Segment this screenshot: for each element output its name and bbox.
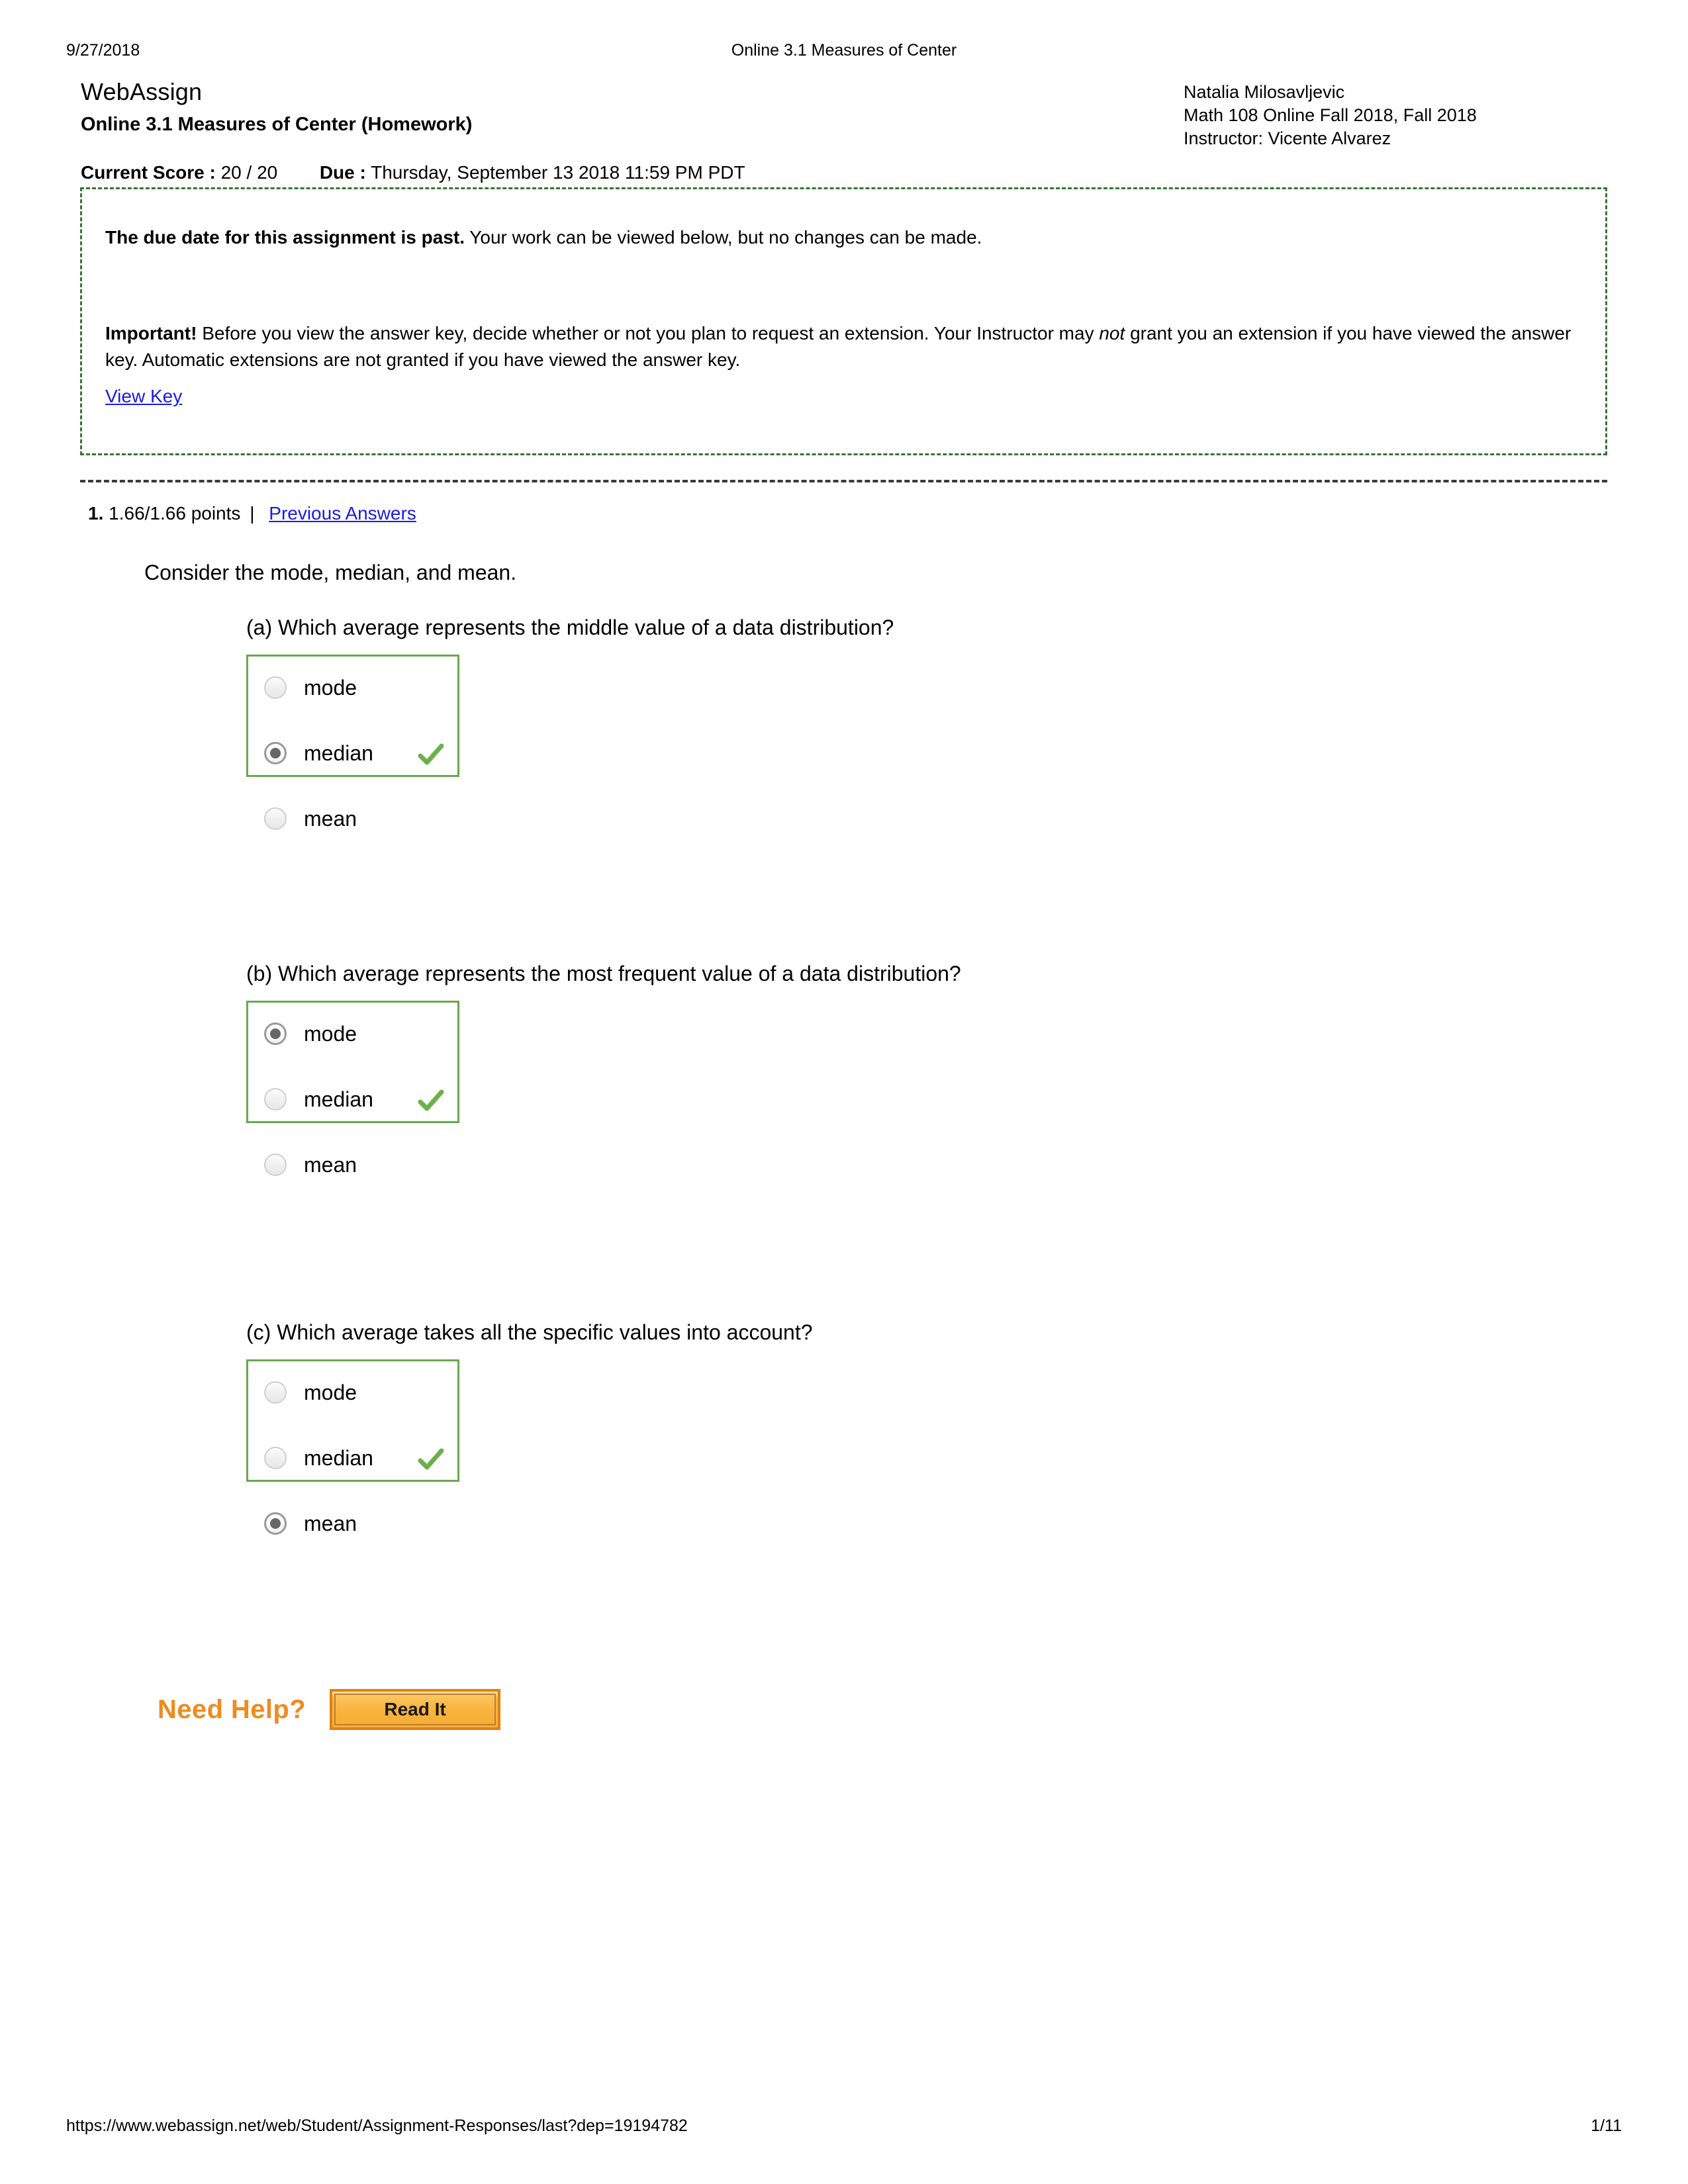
option-label: mode <box>304 676 357 700</box>
radio-button-selected-icon[interactable] <box>264 1023 287 1045</box>
view-key-link[interactable]: View Key <box>105 386 182 407</box>
current-score-label: Current Score : <box>81 162 216 183</box>
option-label: median <box>304 1446 373 1470</box>
need-help-label: Need Help? <box>158 1694 306 1724</box>
previous-answers-link[interactable]: Previous Answers <box>269 503 416 523</box>
print-doc-title: Online 3.1 Measures of Center <box>731 41 957 60</box>
radio-button-selected-icon[interactable] <box>264 1512 287 1535</box>
part-b-option-mean[interactable]: mean <box>248 1148 457 1181</box>
question-number: 1. <box>88 503 104 523</box>
footer-url: https://www.webassign.net/web/Student/As… <box>66 2116 688 2135</box>
question-points: 1.66/1.66 points <box>109 503 241 523</box>
radio-button-unselected-icon[interactable] <box>264 676 287 699</box>
assignment-notice-box: The due date for this assignment is past… <box>80 187 1607 455</box>
print-footer: https://www.webassign.net/web/Student/As… <box>0 2116 1688 2140</box>
part-b-prompt: (b) Which average represents the most fr… <box>246 962 961 985</box>
section-divider <box>80 480 1607 482</box>
part-c-prompt: (c) Which average takes all the specific… <box>246 1320 813 1344</box>
meta-divider: | <box>250 503 255 523</box>
important-text-part1: Before you view the answer key, decide w… <box>197 323 1100 343</box>
student-info-block: Natalia Milosavljevic Math 108 Online Fa… <box>1184 81 1477 150</box>
current-score-value: 20 / 20 <box>220 162 278 183</box>
part-a-choice-box: mode median mean <box>246 655 459 830</box>
part-a-prompt: (a) Which average represents the middle … <box>246 615 894 639</box>
part-c-choice-box: mode median mean <box>246 1359 459 1535</box>
part-a-option-mode[interactable]: mode <box>248 671 457 704</box>
green-check-icon <box>418 1448 444 1470</box>
part-c-option-mean[interactable]: mean <box>248 1507 457 1540</box>
instructor-name: Instructor: Vicente Alvarez <box>1184 128 1391 148</box>
important-message: Important! Before you view the answer ke… <box>105 320 1585 373</box>
read-it-button[interactable]: Read It <box>330 1689 501 1730</box>
print-header: 9/27/2018 Online 3.1 Measures of Center <box>0 41 1688 65</box>
part-b-option-mode[interactable]: mode <box>248 1017 457 1050</box>
past-due-message: The due date for this assignment is past… <box>105 225 1581 250</box>
student-name: Natalia Milosavljevic <box>1184 82 1345 102</box>
due-value: Thursday, September 13 2018 11:59 PM PDT <box>371 162 745 183</box>
option-label: mean <box>304 1512 357 1535</box>
assignment-title: Online 3.1 Measures of Center (Homework) <box>81 114 473 135</box>
part-a-option-mean[interactable]: mean <box>248 802 457 835</box>
radio-button-unselected-icon[interactable] <box>264 1088 287 1111</box>
footer-page-number: 1/11 <box>1591 2116 1622 2135</box>
question-part-a: (a) Which average represents the middle … <box>246 615 894 830</box>
option-label: mean <box>304 1153 357 1177</box>
need-help-section: Need Help? Read It <box>158 1689 501 1730</box>
question-part-c: (c) Which average takes all the specific… <box>246 1320 813 1535</box>
option-label: median <box>304 741 373 765</box>
past-due-bold-text: The due date for this assignment is past… <box>105 227 465 248</box>
part-b-choice-box: mode median mean <box>246 1001 459 1176</box>
radio-button-selected-icon[interactable] <box>264 742 287 764</box>
part-c-option-mode[interactable]: mode <box>248 1376 457 1409</box>
option-label: mode <box>304 1381 357 1404</box>
due-label: Due : <box>319 162 366 183</box>
read-it-button-label: Read It <box>334 1694 496 1725</box>
course-name: Math 108 Online Fall 2018, Fall 2018 <box>1184 105 1477 125</box>
important-bold-text: Important! <box>105 323 197 343</box>
radio-button-unselected-icon[interactable] <box>264 1447 287 1469</box>
score-due-bar: Current Score : 20 / 20 Due : Thursday, … <box>81 162 745 183</box>
question-intro-text: Consider the mode, median, and mean. <box>144 561 517 584</box>
option-label: mean <box>304 807 357 831</box>
webassign-logo: WebAssign <box>81 78 203 105</box>
green-check-icon <box>418 743 444 765</box>
radio-button-unselected-icon[interactable] <box>264 807 287 830</box>
question-meta: 1. 1.66/1.66 points | Previous Answers <box>88 503 416 524</box>
question-part-b: (b) Which average represents the most fr… <box>246 962 961 1176</box>
important-italic-not: not <box>1099 323 1125 343</box>
radio-button-unselected-icon[interactable] <box>264 1154 287 1176</box>
green-check-icon <box>418 1089 444 1111</box>
option-label: median <box>304 1087 373 1111</box>
past-due-body-text: Your work can be viewed below, but no ch… <box>465 227 982 248</box>
option-label: mode <box>304 1022 357 1046</box>
radio-button-unselected-icon[interactable] <box>264 1381 287 1404</box>
